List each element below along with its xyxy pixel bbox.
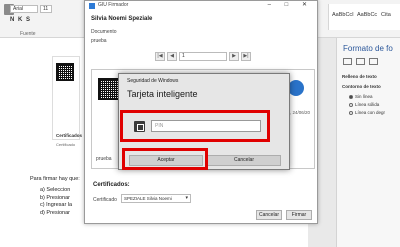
radio-selected-icon[interactable] [349,94,353,99]
styles-gallery[interactable]: AaBbCcI AaBbCc Cita [328,4,400,30]
sign-button[interactable]: Firmar [286,210,312,220]
last-page-button[interactable]: ▶| [241,52,251,61]
thumb-certificates-label: Certificados [56,133,83,138]
list-item: c) Ingresar la [40,202,73,208]
page-navigator: |◀ ◀ 1 ▶ ▶| [155,52,251,61]
first-page-button[interactable]: |◀ [155,52,165,61]
document-thumbnail [52,56,80,140]
style-item[interactable]: AaBbCcI [332,12,354,18]
firmador-title: GIU Firmador [98,2,129,8]
text-effects-icon[interactable] [356,58,365,65]
app-icon [89,3,95,9]
format-pane-title: Formato de fo [343,44,393,53]
fill-line-icon[interactable] [343,58,352,65]
option-label: Línea sólida [355,102,380,107]
doc-list: a) Seleccion b) Presionar c) Ingresar la… [40,187,72,217]
next-page-button[interactable]: ▶ [229,52,239,61]
certificates-label: Certificados: [93,182,130,188]
font-name-field[interactable]: Arial [10,5,38,13]
section-text-fill[interactable]: Relleno de texto [342,74,377,79]
option-gradient-line[interactable]: Línea con degr [349,110,385,115]
cancel-button[interactable]: Cancelar [256,210,282,220]
signer-name: Silvia Noemi Speziale [91,16,153,22]
layout-icon[interactable] [369,58,378,65]
list-item: d) Presionar [40,209,70,216]
style-item[interactable]: AaBbCc [357,12,377,18]
doc-intro-text: Para firmar hay que: [30,176,80,182]
style-item[interactable]: Cita [381,12,391,18]
qr-code-icon [56,63,74,81]
certificate-select[interactable]: SPEZIALE Silvia Noemi [121,194,191,203]
format-buttons[interactable]: N K S [10,17,31,23]
dialog-title: Seguridad de Windows [127,78,179,84]
font-group-label: Fuente [20,31,36,37]
document-label: Documento [91,29,117,35]
radio-icon[interactable] [349,102,353,107]
option-label: Sin línea [355,94,373,99]
option-label: Línea con degr [355,110,386,115]
certificate-field-label: Certificado [93,197,117,203]
accept-highlight-box [122,148,208,170]
format-pane-tabs[interactable] [343,58,378,65]
radio-icon[interactable] [349,110,353,115]
list-item: a) Seleccion [40,187,71,193]
page-number-input[interactable]: 1 [179,52,227,61]
option-solid-line[interactable]: Línea sólida [349,102,379,107]
thumb-certificate-row: Certificado [56,142,76,147]
institution-logo-icon [288,80,304,96]
section-text-outline[interactable]: Contorno de texto [342,84,381,89]
preview-doc-name: prueba [96,156,112,162]
dialog-heading: Tarjeta inteligente [127,89,198,99]
font-size-field[interactable]: 11 [40,5,52,13]
prev-page-button[interactable]: ◀ [167,52,177,61]
list-item: b) Presionar [40,194,70,201]
pin-highlight-box [120,110,270,142]
firmador-titlebar[interactable]: GIU Firmador – □ ✕ [85,1,317,11]
dialog-cancel-button[interactable]: Cancelar [207,155,281,166]
format-pane: Formato de fo Relleno de texto Contorno … [336,38,400,247]
document-value: prueba [91,38,107,44]
qr-code-icon [98,78,120,100]
option-no-line[interactable]: Sin línea [349,94,373,99]
window-controls[interactable]: – □ ✕ [268,1,313,8]
